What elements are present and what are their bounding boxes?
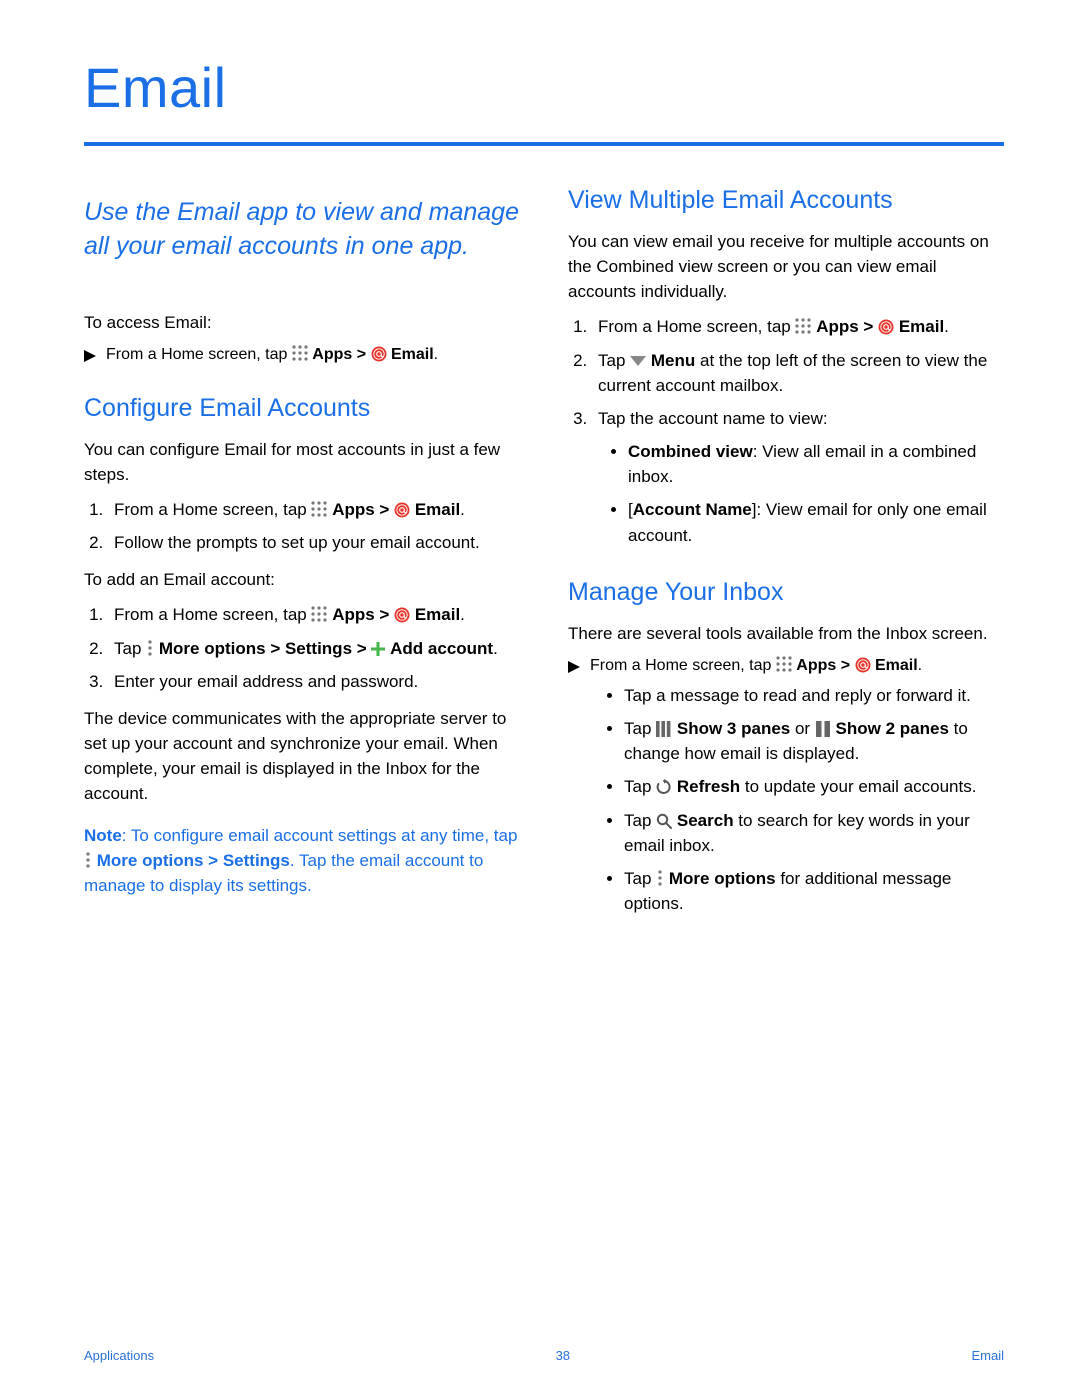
view-step-1: From a Home screen, tap Apps > Email. [592, 314, 1004, 339]
footer-left: Applications [84, 1348, 154, 1363]
search-icon [656, 813, 672, 829]
inbox-tool-read: Tap a message to read and reply or forwa… [624, 683, 1004, 708]
more-options-icon [84, 852, 92, 868]
manage-inbox-intro: There are several tools available from t… [568, 621, 1004, 646]
access-email-intro: To access Email: [84, 310, 520, 335]
apps-grid-icon [795, 318, 811, 334]
two-column-layout: Use the Email app to view and manage all… [84, 186, 1004, 934]
right-column: View Multiple Email Accounts You can vie… [568, 186, 1004, 934]
apps-grid-icon [311, 501, 327, 517]
email-app-icon [855, 657, 871, 673]
account-name-option: [Account Name]: View email for only one … [628, 497, 1004, 547]
heading-configure-email-accounts: Configure Email Accounts [84, 394, 520, 423]
email-app-icon [878, 319, 894, 335]
view-step-2: Tap Menu at the top left of the screen t… [592, 348, 1004, 398]
add-step-1: From a Home screen, tap Apps > Email. [108, 602, 520, 627]
apps-grid-icon [776, 656, 792, 672]
manage-inbox-content: From a Home screen, tap Apps > Email. Ta… [590, 656, 1004, 924]
two-panes-icon [815, 721, 831, 737]
inbox-tool-more-options: Tap More options for additional message … [624, 866, 1004, 916]
configure-step-1: From a Home screen, tap Apps > Email. [108, 497, 520, 522]
more-options-icon [656, 870, 664, 886]
configure-steps: From a Home screen, tap Apps > Email. Fo… [84, 497, 520, 555]
access-email-step-text: From a Home screen, tap Apps > Email. [106, 345, 438, 364]
more-options-icon [146, 640, 154, 656]
footer-page-number: 38 [556, 1348, 570, 1363]
note-block: Note: To configure email account setting… [84, 823, 520, 898]
lede-text: Use the Email app to view and manage all… [84, 196, 520, 264]
heading-manage-inbox: Manage Your Inbox [568, 578, 1004, 607]
access-email-step: From a Home screen, tap Apps > Email. [84, 345, 520, 364]
inbox-tools-list: Tap a message to read and reply or forwa… [598, 683, 1004, 916]
device-sync-text: The device communicates with the appropr… [84, 706, 520, 807]
email-app-icon [394, 607, 410, 623]
add-account-steps: From a Home screen, tap Apps > Email. Ta… [84, 602, 520, 693]
apps-grid-icon [292, 345, 308, 361]
view-step-3: Tap the account name to view: Combined v… [592, 406, 1004, 548]
page-footer: Applications 38 Email [84, 1348, 1004, 1363]
configure-intro-text: You can configure Email for most account… [84, 437, 520, 487]
play-arrow-icon [568, 661, 580, 673]
left-column: Use the Email app to view and manage all… [84, 186, 520, 934]
add-step-2: Tap More options > Settings > Add accoun… [108, 636, 520, 661]
view-multiple-intro: You can view email you receive for multi… [568, 229, 1004, 304]
email-app-icon [394, 502, 410, 518]
manage-inbox-main-step: From a Home screen, tap Apps > Email. Ta… [568, 656, 1004, 924]
footer-right: Email [971, 1348, 1004, 1363]
account-view-options: Combined view: View all email in a combi… [604, 439, 1004, 548]
inbox-tool-search: Tap Search to search for key words in yo… [624, 808, 1004, 858]
heading-view-multiple-accounts: View Multiple Email Accounts [568, 186, 1004, 215]
email-app-icon [371, 346, 387, 362]
combined-view-option: Combined view: View all email in a combi… [628, 439, 1004, 489]
three-panes-icon [656, 721, 672, 737]
dropdown-menu-icon [630, 355, 646, 367]
page-title: Email [84, 55, 1004, 120]
add-icon [371, 642, 385, 656]
add-account-intro: To add an Email account: [84, 567, 520, 592]
apps-grid-icon [311, 606, 327, 622]
play-arrow-icon [84, 350, 96, 362]
title-rule [84, 142, 1004, 146]
view-multiple-steps: From a Home screen, tap Apps > Email. Ta… [568, 314, 1004, 547]
page: Email Use the Email app to view and mana… [0, 0, 1080, 1397]
refresh-icon [656, 779, 672, 795]
configure-step-2: Follow the prompts to set up your email … [108, 530, 520, 555]
inbox-tool-refresh: Tap Refresh to update your email account… [624, 774, 1004, 799]
add-step-3: Enter your email address and password. [108, 669, 520, 694]
inbox-tool-panes: Tap Show 3 panes or Show 2 panes to chan… [624, 716, 1004, 766]
